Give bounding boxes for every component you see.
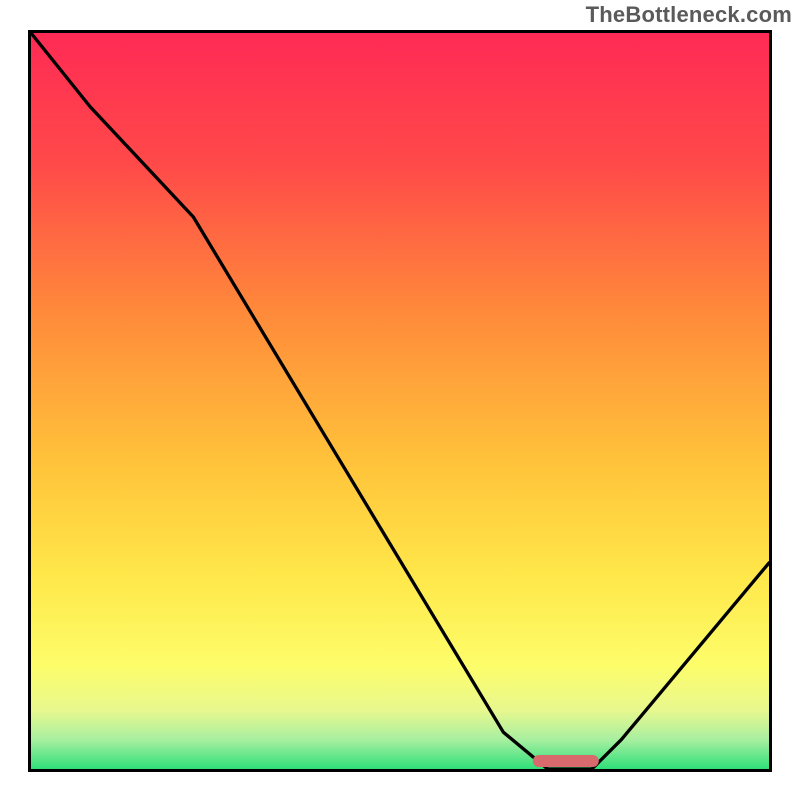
- chart-container: TheBottleneck.com: [0, 0, 800, 800]
- bottleneck-curve: [31, 33, 769, 769]
- optimal-range-marker: [533, 755, 599, 767]
- plot-frame: [28, 30, 772, 772]
- curve-path: [31, 33, 769, 769]
- watermark-label: TheBottleneck.com: [586, 2, 792, 28]
